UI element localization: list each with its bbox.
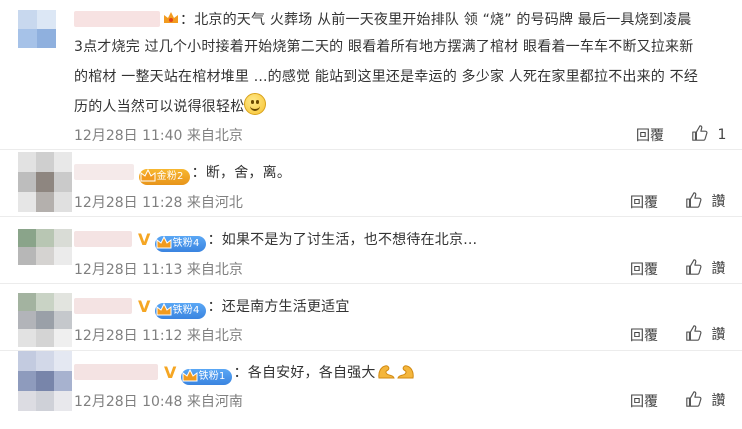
comment-text-line: 金粉2 ：断，舍，离。 — [74, 161, 291, 185]
comment-meta: 12月28日 11:13 来自北京 — [74, 259, 243, 279]
comment-text-line: ：北京的天气 火葬场 从前一天夜里开始排队 领 “烧” 的号码牌 最后一具烧到凌… — [74, 8, 691, 32]
avatar[interactable] — [18, 351, 72, 411]
comment-meta: 12月28日 11:40 来自北京 — [74, 125, 243, 145]
username[interactable] — [74, 364, 158, 380]
comment-location: 来自北京 — [186, 328, 243, 344]
fan-badge: 铁粉4 — [154, 302, 206, 319]
comment-item: V 铁粉4 ：如果不是为了讨生活，也不想待在北京… 12月28日 11:13 来自北… — [0, 217, 742, 283]
avatar[interactable] — [18, 229, 72, 265]
comment-text: ：断，舍，离。 — [191, 165, 292, 181]
comment-text: ：还是南方生活更适宜 — [207, 299, 350, 315]
comment-location: 来自北京 — [186, 128, 243, 144]
avatar[interactable] — [18, 10, 56, 48]
flexed-biceps-emoji — [377, 365, 414, 379]
comment-item: 金粉2 ：断，舍，离。 12月28日 11:28 来自河北 回覆 讚 — [0, 150, 742, 216]
crown-icon — [182, 368, 198, 382]
comment-text: ：如果不是为了讨生活，也不想待在北京… — [207, 232, 478, 248]
like-count: 1 — [717, 127, 727, 143]
comment-text-line: 历的人当然可以说得很轻松 — [74, 93, 267, 119]
badge-label: 金粉2 — [156, 171, 184, 182]
like-label: 讚 — [711, 393, 726, 409]
verified-icon: V — [138, 230, 151, 249]
like-button[interactable]: 讚 — [685, 258, 725, 278]
crown-icon — [156, 302, 172, 316]
comment-text-line: 3点才烧完 过几个小时接着开始烧第二天的 眼看着所有地方摆满了棺材 眼看着一车车… — [74, 39, 694, 55]
thumbs-up-icon — [686, 325, 702, 341]
comment-date: 12月28日 11:13 — [74, 262, 183, 278]
comment-item: ：北京的天气 火葬场 从前一天夜里开始排队 领 “烧” 的号码牌 最后一具烧到凌… — [0, 0, 742, 150]
username[interactable] — [74, 231, 132, 247]
smile-emoji — [244, 93, 267, 115]
thumbs-up-icon — [686, 391, 702, 407]
like-label: 讚 — [711, 327, 726, 343]
comment-text: ：各自安好，各自强大 — [233, 365, 376, 381]
crown-icon — [156, 235, 172, 249]
comment-text-line: 的棺材 一整天站在棺材堆里 ...的感觉 能站到这里还是幸运的 多少家 人死在家… — [74, 69, 699, 85]
badge-label: 铁粉4 — [172, 238, 200, 249]
reply-button[interactable]: 回覆 — [630, 192, 658, 212]
comment-date: 12月28日 11:12 — [74, 328, 183, 344]
avatar[interactable] — [18, 293, 72, 347]
thumbs-up-icon — [686, 192, 702, 208]
avatar[interactable] — [18, 152, 72, 212]
verified-icon: V — [138, 297, 151, 316]
comment-location: 来自北京 — [186, 262, 243, 278]
comment-location: 来自河北 — [186, 195, 243, 211]
comment-text: 历的人当然可以说得很轻松 — [74, 99, 245, 115]
comment-date: 12月28日 11:40 — [74, 128, 183, 144]
crown-icon — [140, 168, 156, 182]
comment-meta: 12月28日 11:28 来自河北 — [74, 192, 243, 212]
like-button[interactable]: 讚 — [685, 191, 725, 211]
like-button[interactable]: 讚 — [685, 390, 725, 410]
comment-meta: 12月28日 10:48 来自河南 — [74, 391, 243, 411]
comment-meta: 12月28日 11:12 来自北京 — [74, 325, 243, 345]
crown-icon — [164, 12, 178, 23]
badge-label: 铁粉1 — [198, 371, 226, 382]
comment-item: V 铁粉4 ：还是南方生活更适宜 12月28日 11:12 来自北京 回覆 讚 — [0, 284, 742, 350]
comment-text-line: V 铁粉4 ：如果不是为了讨生活，也不想待在北京… — [74, 228, 477, 252]
badge-label: 铁粉4 — [172, 305, 200, 316]
comment-date: 12月28日 11:28 — [74, 195, 183, 211]
fan-badge: 铁粉1 — [180, 368, 232, 385]
comment-date: 12月28日 10:48 — [74, 394, 183, 410]
reply-button[interactable]: 回覆 — [630, 325, 658, 345]
thumbs-up-icon — [692, 125, 708, 141]
comment-item: V 铁粉1 ：各自安好，各自强大 12月28日 10:48 来自河南 回覆 讚 — [0, 351, 742, 429]
reply-button[interactable]: 回覆 — [636, 125, 664, 145]
username[interactable] — [74, 298, 132, 314]
like-button[interactable]: 1 — [691, 124, 726, 143]
comment-location: 来自河南 — [186, 394, 243, 410]
verified-icon: V — [164, 363, 177, 382]
like-label: 讚 — [711, 194, 726, 210]
comment-text-line: V 铁粉1 ：各自安好，各自强大 — [74, 361, 416, 385]
like-label: 讚 — [711, 261, 726, 277]
username[interactable] — [74, 164, 134, 180]
reply-button[interactable]: 回覆 — [630, 391, 658, 411]
thumbs-up-icon — [686, 259, 702, 275]
comment-text: ：北京的天气 火葬场 从前一天夜里开始排队 领 “烧” 的号码牌 最后一具烧到凌… — [180, 12, 692, 28]
comment-text-line: V 铁粉4 ：还是南方生活更适宜 — [74, 295, 350, 319]
like-button[interactable]: 讚 — [685, 324, 725, 344]
username[interactable] — [74, 11, 160, 27]
fan-badge: 金粉2 — [138, 168, 190, 185]
fan-badge: 铁粉4 — [154, 235, 206, 252]
reply-button[interactable]: 回覆 — [630, 259, 658, 279]
